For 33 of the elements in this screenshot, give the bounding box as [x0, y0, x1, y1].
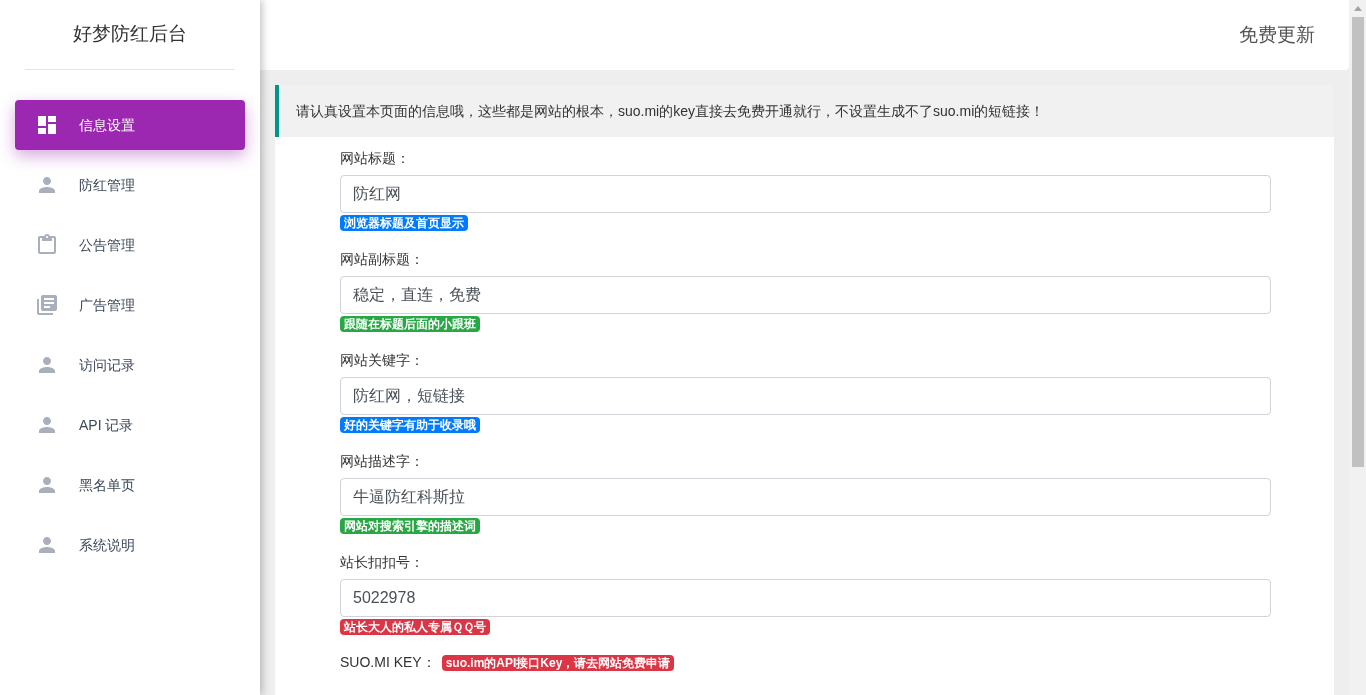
- field-label: 网站副标题：: [340, 250, 424, 269]
- hint-tag: 跟随在标题后面的小跟班: [340, 316, 480, 332]
- field-label: 网站标题：: [340, 149, 410, 168]
- sidebar-title: 好梦防红后台: [73, 22, 187, 47]
- sidebar-item[interactable]: 信息设置: [15, 100, 245, 150]
- clipboard-icon: [35, 233, 59, 257]
- input-field[interactable]: 牛逼防红科斯拉: [340, 478, 1271, 516]
- input-field[interactable]: 防红网: [340, 175, 1271, 213]
- stacked-pages-icon: [35, 293, 59, 317]
- sidebar-item[interactable]: 访问记录: [15, 340, 245, 390]
- field-label: 站长扣扣号：: [340, 553, 424, 572]
- field-label: 网站关键字：: [340, 351, 424, 370]
- dashboard-icon: [35, 113, 59, 137]
- notice-text: 请认真设置本页面的信息哦，这些都是网站的根本，suo.mi的key直接去免费开通就行，不设置生成不了suo.mi的短链接！: [296, 101, 1045, 121]
- hint-tag: suo.im的API接口Key，请去网站免费申请: [441, 654, 675, 671]
- scrollbar-thumb[interactable]: [1351, 17, 1364, 467]
- hint-tag: 好的关键字有助于收录哦: [340, 417, 480, 433]
- input-field[interactable]: 稳定，直连，免费: [340, 276, 1271, 314]
- sidebar-item[interactable]: 黑名单页: [15, 460, 245, 510]
- field-label: 网站描述字：: [340, 452, 424, 471]
- hint-tag: 网站对搜索引擎的描述词: [340, 518, 480, 534]
- sidebar-item[interactable]: 广告管理: [15, 280, 245, 330]
- sidebar-item[interactable]: 系统说明: [15, 520, 245, 570]
- field-label: SUO.MI KEY：: [340, 653, 436, 672]
- input-field[interactable]: 防红网，短链接: [340, 377, 1271, 415]
- free-update-link[interactable]: 免费更新: [1239, 20, 1315, 50]
- sidebar-item[interactable]: 防红管理: [15, 160, 245, 210]
- sidebar-item[interactable]: API 记录: [15, 400, 245, 450]
- hint-tag: 浏览器标题及首页显示: [340, 215, 468, 231]
- input-field[interactable]: 5022978: [340, 579, 1271, 617]
- scroll-up-icon[interactable]: [1353, 6, 1362, 11]
- sidebar-item[interactable]: 公告管理: [15, 220, 245, 270]
- hint-tag: 站长大人的私人专属ＱＱ号: [340, 619, 490, 635]
